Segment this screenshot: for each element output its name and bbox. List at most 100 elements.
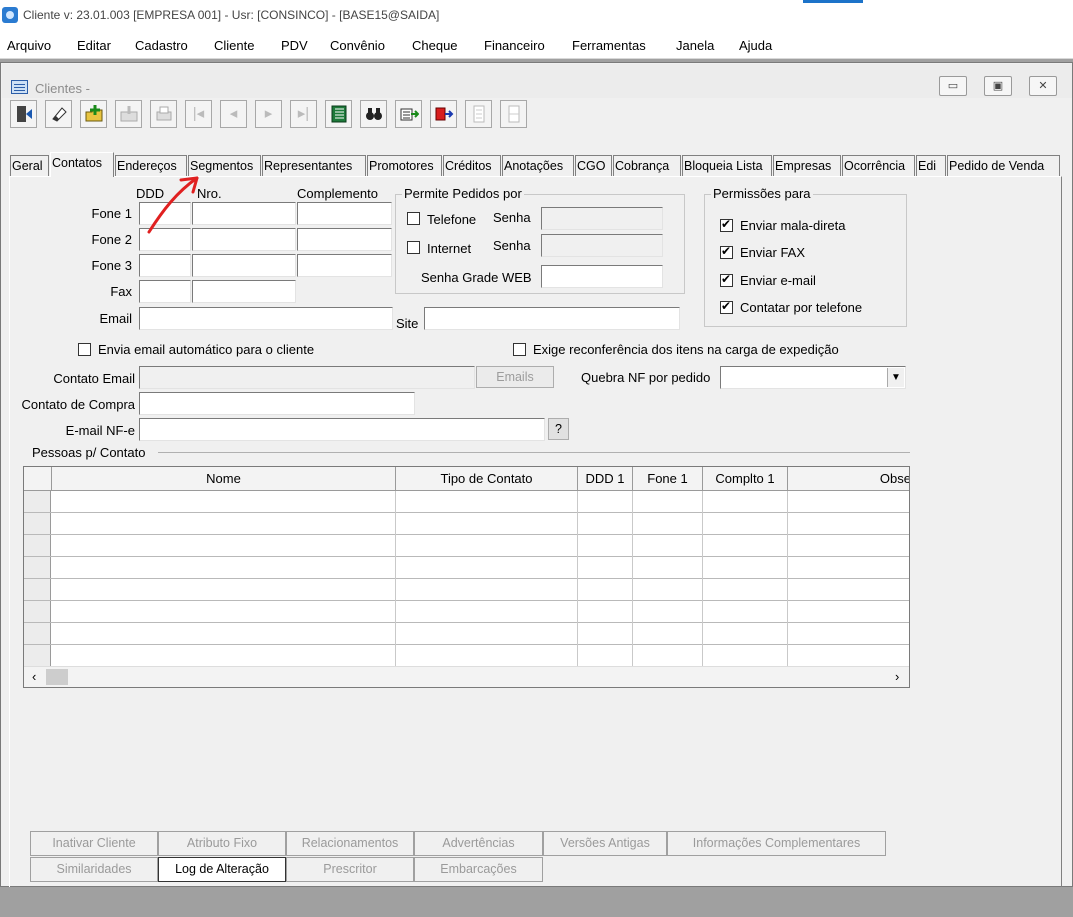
mala-direta-checkbox[interactable] xyxy=(720,217,733,232)
inativar-cliente-button[interactable]: Inativar Cliente xyxy=(30,831,158,856)
import-icon[interactable] xyxy=(395,100,422,128)
tab-contatos[interactable]: Contatos xyxy=(50,152,114,177)
embarcacoes-button[interactable]: Embarcações xyxy=(414,857,543,882)
telefone-checkbox[interactable] xyxy=(407,212,420,225)
menu-cliente[interactable]: Cliente xyxy=(214,38,254,53)
checklist-icon[interactable] xyxy=(465,100,492,128)
scroll-thumb[interactable] xyxy=(46,669,68,685)
senha-internet-input[interactable] xyxy=(541,234,663,257)
minimize-button[interactable]: ▭ xyxy=(939,76,967,96)
grid-icon[interactable] xyxy=(500,100,527,128)
horizontal-scrollbar[interactable]: ‹ › xyxy=(24,666,909,687)
fone3-nro-input[interactable] xyxy=(192,254,296,277)
close-button[interactable]: ✕ xyxy=(1029,76,1057,96)
menu-ajuda[interactable]: Ajuda xyxy=(739,38,772,53)
menu-cheque[interactable]: Cheque xyxy=(412,38,458,53)
enviar-fax-label: Enviar FAX xyxy=(740,245,806,260)
similaridades-button[interactable]: Similaridades xyxy=(30,857,158,882)
menu-editar[interactable]: Editar xyxy=(77,38,111,53)
fone1-nro-input[interactable] xyxy=(192,202,296,225)
table-row[interactable] xyxy=(24,601,909,623)
list-icon[interactable] xyxy=(325,100,352,128)
table-row[interactable] xyxy=(24,623,909,645)
email-nfe-help-button[interactable]: ? xyxy=(548,418,569,440)
tab-pedido-de-venda[interactable]: Pedido de Venda xyxy=(947,155,1060,177)
quebra-nf-select[interactable]: ▼ xyxy=(720,366,906,389)
advertencias-button[interactable]: Advertências xyxy=(414,831,543,856)
table-row[interactable] xyxy=(24,557,909,579)
atributo-fixo-button[interactable]: Atributo Fixo xyxy=(158,831,286,856)
tab-bloqueia-lista[interactable]: Bloqueia Lista xyxy=(682,155,772,177)
pessoas-contato-grid[interactable]: Nome Tipo de Contato DDD 1 Fone 1 Complt… xyxy=(23,466,910,688)
site-input[interactable] xyxy=(424,307,680,330)
fone2-complemento-input[interactable] xyxy=(297,228,392,251)
scroll-left-icon[interactable]: ‹ xyxy=(32,669,36,684)
log-alteracao-button[interactable]: Log de Alteração xyxy=(158,857,286,882)
scroll-right-icon[interactable]: › xyxy=(895,669,899,684)
email-input[interactable] xyxy=(139,307,393,330)
menu-cadastro[interactable]: Cadastro xyxy=(135,38,188,53)
senha-telefone-input[interactable] xyxy=(541,207,663,230)
table-row[interactable] xyxy=(24,491,909,513)
contato-compra-input[interactable] xyxy=(139,392,415,415)
senha-grade-input[interactable] xyxy=(541,265,663,288)
binoculars-icon[interactable] xyxy=(360,100,387,128)
col-ddd1[interactable]: DDD 1 xyxy=(578,467,633,491)
fax-checkbox[interactable] xyxy=(720,244,733,259)
table-row[interactable] xyxy=(24,513,909,535)
enviar-email-checkbox[interactable] xyxy=(720,272,733,287)
first-record-icon[interactable]: |◂ xyxy=(185,100,212,128)
exit-icon[interactable] xyxy=(10,100,37,128)
tab-creditos[interactable]: Créditos xyxy=(443,155,501,177)
menu-pdv[interactable]: PDV xyxy=(281,38,308,53)
tab-cgo[interactable]: CGO xyxy=(575,155,612,177)
prescritor-button[interactable]: Prescritor xyxy=(286,857,414,882)
exige-reconferencia-checkbox[interactable] xyxy=(513,343,526,356)
emails-button[interactable]: Emails xyxy=(476,366,554,388)
table-row[interactable] xyxy=(24,535,909,557)
table-row[interactable] xyxy=(24,579,909,601)
last-record-icon[interactable]: ▸| xyxy=(290,100,317,128)
tab-ocorrencia[interactable]: Ocorrência xyxy=(842,155,915,177)
menu-janela[interactable]: Janela xyxy=(676,38,714,53)
new-folder-icon[interactable] xyxy=(80,100,107,128)
menu-financeiro[interactable]: Financeiro xyxy=(484,38,545,53)
email-nfe-input[interactable] xyxy=(139,418,545,441)
fone2-nro-input[interactable] xyxy=(192,228,296,251)
fax-ddd-input[interactable] xyxy=(139,280,191,303)
informacoes-complementares-button[interactable]: Informações Complementares xyxy=(667,831,886,856)
tab-representantes[interactable]: Representantes xyxy=(262,155,366,177)
envia-email-auto-checkbox[interactable] xyxy=(78,343,91,356)
fone3-ddd-input[interactable] xyxy=(139,254,191,277)
fax-nro-input[interactable] xyxy=(192,280,296,303)
tab-edi[interactable]: Edi xyxy=(916,155,946,177)
save-icon[interactable] xyxy=(115,100,142,128)
menu-ferramentas[interactable]: Ferramentas xyxy=(572,38,646,53)
versoes-antigas-button[interactable]: Versões Antigas xyxy=(543,831,667,856)
col-nome[interactable]: Nome xyxy=(52,467,396,491)
contatar-telefone-checkbox[interactable] xyxy=(720,299,733,314)
tab-empresas[interactable]: Empresas xyxy=(773,155,841,177)
fone1-complemento-input[interactable] xyxy=(297,202,392,225)
menu-convenio[interactable]: Convênio xyxy=(330,38,385,53)
next-record-icon[interactable]: ▸ xyxy=(255,100,282,128)
fone3-complemento-input[interactable] xyxy=(297,254,392,277)
tab-anotacoes[interactable]: Anotações xyxy=(502,155,574,177)
menu-arquivo[interactable]: Arquivo xyxy=(7,38,51,53)
col-fone1[interactable]: Fone 1 xyxy=(633,467,703,491)
print-icon[interactable] xyxy=(150,100,177,128)
previous-record-icon[interactable]: ◂ xyxy=(220,100,247,128)
col-complto1[interactable]: Complto 1 xyxy=(703,467,788,491)
col-tipo-contato[interactable]: Tipo de Contato xyxy=(396,467,578,491)
tab-geral[interactable]: Geral xyxy=(10,155,49,177)
restore-button[interactable]: ▣ xyxy=(984,76,1012,96)
internet-checkbox[interactable] xyxy=(407,241,420,254)
col-obse[interactable]: Obse xyxy=(788,467,909,491)
tab-cobranca[interactable]: Cobrança xyxy=(613,155,681,177)
chevron-down-icon[interactable]: ▼ xyxy=(887,368,904,387)
eraser-icon[interactable] xyxy=(45,100,72,128)
relacionamentos-button[interactable]: Relacionamentos xyxy=(286,831,414,856)
tab-promotores[interactable]: Promotores xyxy=(367,155,442,177)
contato-email-input[interactable] xyxy=(139,366,475,389)
export-icon[interactable] xyxy=(430,100,457,128)
